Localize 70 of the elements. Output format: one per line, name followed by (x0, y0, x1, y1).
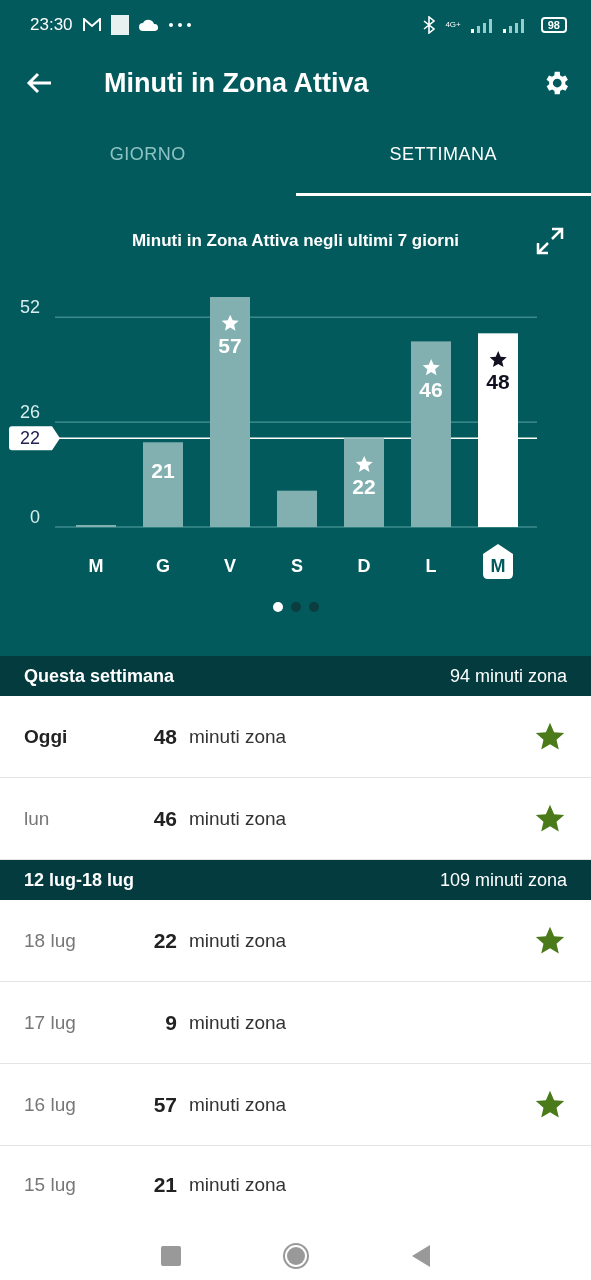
day-label: M (490, 556, 506, 576)
day-row[interactable]: 15 lug 21 minuti zona (0, 1146, 591, 1224)
bar[interactable]: 48 (478, 333, 518, 527)
star-icon (489, 351, 507, 368)
more-icon (168, 23, 191, 27)
expand-icon[interactable] (535, 226, 565, 256)
data-label: 48 (486, 370, 510, 394)
battery-level: 98 (540, 17, 567, 33)
minutes-unit: minuti zona (189, 1174, 288, 1196)
section-total: 94 minuti zona (449, 665, 567, 687)
axis-tick-label: 0 (30, 507, 40, 527)
clock: 23:30 (30, 15, 73, 35)
goal-tag (9, 426, 60, 451)
recents-icon[interactable] (160, 1246, 181, 1266)
minutes-value: 57 (152, 1092, 177, 1117)
day-label: D (357, 556, 371, 576)
day-row[interactable]: Oggi 48 minuti zona (0, 696, 591, 778)
minutes-value: 9 (164, 1010, 177, 1035)
day-row[interactable]: 16 lug 57 minuti zona (0, 1064, 591, 1146)
minutes-value: 46 (152, 806, 177, 831)
page-dot[interactable] (290, 602, 301, 612)
square-icon (110, 15, 129, 35)
axis-tick-label: 52 (19, 297, 40, 318)
back-icon[interactable] (26, 72, 52, 94)
day-label: S (291, 556, 303, 576)
home-icon[interactable] (282, 1242, 311, 1270)
minutes-value: 48 (152, 724, 177, 749)
mail-icon (82, 18, 101, 32)
section-title: Questa settimana (24, 665, 175, 687)
day-label: 18 lug (24, 929, 77, 952)
star-icon (422, 359, 440, 376)
cloud-icon (138, 19, 159, 31)
data-label: 46 (419, 378, 443, 402)
minutes-unit: minuti zona (189, 725, 288, 748)
star-icon (355, 455, 373, 472)
tab[interactable]: SETTIMANA (295, 116, 591, 196)
day-label: G (156, 556, 170, 576)
data-label: 21 (151, 459, 175, 483)
section-title: 12 lug-18 lug (24, 869, 135, 891)
day-label: 16 lug (24, 1093, 77, 1116)
day-tag[interactable] (483, 544, 513, 579)
day-label: Oggi (24, 725, 69, 748)
bluetooth-icon (423, 16, 436, 34)
day-label: 15 lug (24, 1174, 77, 1196)
page-title: Minuti in Zona Attiva (104, 67, 370, 99)
chart-title: Minuti in Zona Attiva negli ultimi 7 giorni (131, 231, 460, 251)
day-label: L (425, 556, 437, 576)
section-total: 109 minuti zona (439, 869, 567, 891)
day-label: V (224, 556, 236, 576)
day-label: lun (24, 807, 51, 830)
day-row[interactable]: 17 lug 9 minuti zona (0, 982, 591, 1064)
minutes-unit: minuti zona (189, 807, 288, 830)
axis-tick-label: 26 (19, 402, 40, 423)
day-label: 17 lug (24, 1011, 77, 1034)
data-label: 22 (352, 475, 376, 499)
page-dot[interactable] (272, 602, 283, 612)
minutes-unit: minuti zona (189, 929, 288, 952)
data-label: 57 (218, 334, 242, 357)
minutes-unit: minuti zona (189, 1011, 288, 1034)
goal-label: 22 (20, 428, 40, 449)
page-dot[interactable] (308, 602, 319, 612)
network-type: 4G+ (445, 21, 461, 29)
tab[interactable]: GIORNO (0, 116, 296, 196)
bar[interactable] (277, 490, 317, 527)
star-icon (221, 314, 239, 331)
minutes-value: 22 (152, 928, 177, 953)
minutes-unit: minuti zona (189, 1093, 288, 1116)
day-label: M (88, 556, 104, 576)
minutes-value: 21 (152, 1173, 177, 1197)
day-row[interactable]: 18 lug 22 minuti zona (0, 900, 591, 982)
